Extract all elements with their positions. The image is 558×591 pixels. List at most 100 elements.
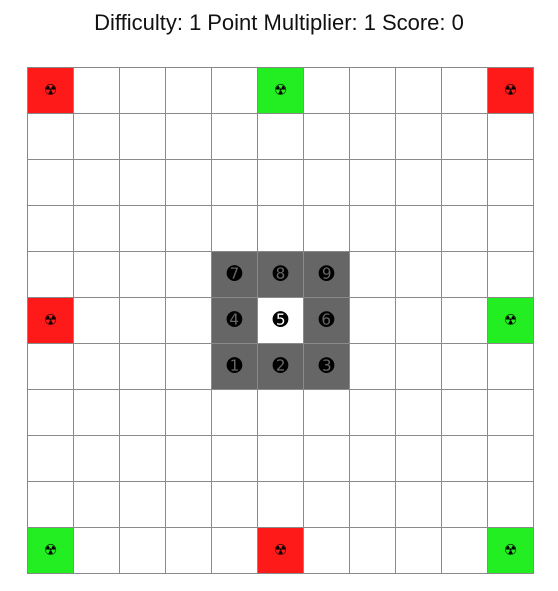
board-cell[interactable] bbox=[442, 528, 488, 574]
board-cell[interactable] bbox=[212, 160, 258, 206]
board-cell[interactable] bbox=[28, 206, 74, 252]
board-cell[interactable] bbox=[396, 252, 442, 298]
board-cell[interactable] bbox=[442, 482, 488, 528]
board-cell[interactable] bbox=[120, 252, 166, 298]
board-cell[interactable] bbox=[74, 252, 120, 298]
board-cell[interactable] bbox=[488, 482, 534, 528]
board-cell[interactable] bbox=[304, 390, 350, 436]
board-cell[interactable] bbox=[166, 390, 212, 436]
board-cell[interactable] bbox=[304, 160, 350, 206]
board-cell[interactable] bbox=[166, 206, 212, 252]
move-key-1-button[interactable]: ➊ bbox=[212, 344, 258, 390]
board-cell[interactable] bbox=[350, 68, 396, 114]
board-cell[interactable] bbox=[442, 436, 488, 482]
board-cell[interactable] bbox=[396, 528, 442, 574]
board-cell[interactable] bbox=[212, 436, 258, 482]
board-cell[interactable] bbox=[396, 482, 442, 528]
board-cell[interactable] bbox=[350, 436, 396, 482]
board-cell[interactable] bbox=[120, 528, 166, 574]
board-cell[interactable] bbox=[120, 436, 166, 482]
move-key-3-button[interactable]: ➌ bbox=[304, 344, 350, 390]
board-cell[interactable] bbox=[488, 114, 534, 160]
board-cell[interactable] bbox=[258, 390, 304, 436]
board-cell[interactable] bbox=[28, 114, 74, 160]
board-cell[interactable] bbox=[74, 68, 120, 114]
move-key-6-button[interactable]: ➏ bbox=[304, 298, 350, 344]
move-key-2-button[interactable]: ➋ bbox=[258, 344, 304, 390]
board-cell[interactable] bbox=[350, 114, 396, 160]
move-key-4-button[interactable]: ➍ bbox=[212, 298, 258, 344]
green-hazard-cell[interactable]: ☢ bbox=[488, 528, 534, 574]
board-cell[interactable] bbox=[350, 160, 396, 206]
board-cell[interactable] bbox=[166, 436, 212, 482]
board-cell[interactable] bbox=[350, 482, 396, 528]
board-cell[interactable] bbox=[28, 482, 74, 528]
board-cell[interactable] bbox=[120, 344, 166, 390]
board-cell[interactable] bbox=[28, 252, 74, 298]
board-cell[interactable] bbox=[304, 436, 350, 482]
board-cell[interactable] bbox=[166, 114, 212, 160]
board-cell[interactable] bbox=[350, 344, 396, 390]
move-key-7-button[interactable]: ➐ bbox=[212, 252, 258, 298]
board-cell[interactable] bbox=[258, 482, 304, 528]
board-cell[interactable] bbox=[304, 482, 350, 528]
board-cell[interactable] bbox=[28, 436, 74, 482]
board-cell[interactable] bbox=[120, 206, 166, 252]
board-cell[interactable] bbox=[350, 298, 396, 344]
board-cell[interactable] bbox=[212, 114, 258, 160]
board-cell[interactable] bbox=[350, 528, 396, 574]
board-cell[interactable] bbox=[120, 298, 166, 344]
board-cell[interactable] bbox=[166, 68, 212, 114]
board-cell[interactable] bbox=[350, 390, 396, 436]
board-cell[interactable] bbox=[488, 344, 534, 390]
board-cell[interactable] bbox=[396, 344, 442, 390]
board-cell[interactable] bbox=[74, 298, 120, 344]
board-cell[interactable] bbox=[120, 160, 166, 206]
board-cell[interactable] bbox=[212, 482, 258, 528]
board-cell[interactable] bbox=[74, 206, 120, 252]
red-hazard-cell[interactable]: ☢ bbox=[258, 528, 304, 574]
board-cell[interactable] bbox=[74, 114, 120, 160]
board-cell[interactable] bbox=[28, 390, 74, 436]
board-cell[interactable] bbox=[166, 482, 212, 528]
board-cell[interactable] bbox=[74, 482, 120, 528]
board-cell[interactable] bbox=[166, 344, 212, 390]
board-cell[interactable] bbox=[258, 160, 304, 206]
board-cell[interactable] bbox=[396, 436, 442, 482]
green-hazard-cell[interactable]: ☢ bbox=[28, 528, 74, 574]
board-cell[interactable] bbox=[74, 436, 120, 482]
board-cell[interactable] bbox=[350, 252, 396, 298]
board-cell[interactable] bbox=[258, 206, 304, 252]
board-cell[interactable] bbox=[212, 528, 258, 574]
board-cell[interactable] bbox=[442, 298, 488, 344]
board-cell[interactable] bbox=[442, 114, 488, 160]
board-cell[interactable] bbox=[120, 68, 166, 114]
board-cell[interactable] bbox=[120, 390, 166, 436]
green-hazard-cell[interactable]: ☢ bbox=[258, 68, 304, 114]
board-cell[interactable] bbox=[488, 160, 534, 206]
red-hazard-cell[interactable]: ☢ bbox=[28, 298, 74, 344]
board-cell[interactable] bbox=[396, 298, 442, 344]
red-hazard-cell[interactable]: ☢ bbox=[28, 68, 74, 114]
board-cell[interactable] bbox=[442, 390, 488, 436]
board-cell[interactable] bbox=[212, 206, 258, 252]
board-cell[interactable] bbox=[120, 114, 166, 160]
board-cell[interactable] bbox=[28, 344, 74, 390]
board-cell[interactable] bbox=[442, 252, 488, 298]
board-cell[interactable] bbox=[120, 482, 166, 528]
board-cell[interactable] bbox=[488, 390, 534, 436]
board-cell[interactable] bbox=[304, 206, 350, 252]
board-cell[interactable] bbox=[396, 206, 442, 252]
board-cell[interactable] bbox=[488, 206, 534, 252]
board-cell[interactable] bbox=[488, 436, 534, 482]
board-cell[interactable] bbox=[442, 206, 488, 252]
board-cell[interactable] bbox=[488, 252, 534, 298]
move-key-9-button[interactable]: ➒ bbox=[304, 252, 350, 298]
player-cell[interactable]: ➎ bbox=[258, 298, 304, 344]
board-cell[interactable] bbox=[166, 528, 212, 574]
board-cell[interactable] bbox=[350, 206, 396, 252]
board-cell[interactable] bbox=[74, 344, 120, 390]
board-cell[interactable] bbox=[212, 390, 258, 436]
board-cell[interactable] bbox=[166, 298, 212, 344]
board-cell[interactable] bbox=[442, 68, 488, 114]
